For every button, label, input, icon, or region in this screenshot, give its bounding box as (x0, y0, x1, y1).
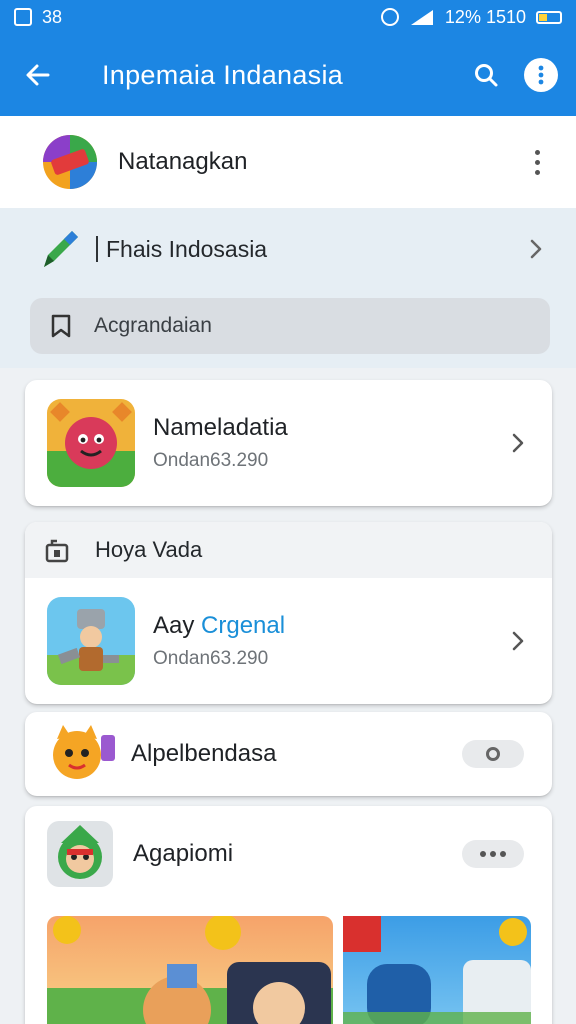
dot (500, 851, 506, 857)
fox-mascot-icon (53, 725, 115, 779)
filter-section: Fhais Indosasia Acgrandaian (0, 208, 576, 368)
search-field-label: Acgrandaian (94, 314, 212, 337)
app-icon (47, 399, 135, 487)
promo-banners[interactable] (47, 916, 531, 1024)
app-icon (47, 597, 135, 685)
featured-row[interactable]: Natanagkan (0, 116, 576, 208)
dot (480, 851, 486, 857)
group-header[interactable]: Hoya Vada (25, 522, 552, 578)
mascot-icon (47, 821, 113, 887)
signal-icon (410, 10, 433, 25)
group-header-label: Hoya Vada (95, 537, 203, 562)
app-name: Aay (153, 612, 195, 639)
category-row[interactable]: Fhais Indosasia (0, 208, 576, 290)
more-options-button[interactable] (462, 840, 524, 868)
lock-box-icon (45, 539, 69, 563)
overflow-menu-button[interactable] (524, 58, 558, 92)
app-name: Nameladatia (153, 414, 288, 441)
app-subtitle: Ondan63.290 (153, 648, 269, 669)
back-button[interactable] (18, 55, 58, 95)
row-divider (96, 236, 98, 262)
search-button[interactable] (466, 55, 506, 95)
featured-card: Agapiomi (25, 806, 552, 1024)
app-card[interactable]: Nameladatia Ondan63.290 (25, 380, 552, 506)
toggle-switch[interactable] (462, 740, 524, 768)
status-bar: 38 12% 1510 (0, 0, 576, 34)
toggle-card-label: Alpelbendasa (131, 740, 277, 767)
game-logo-icon (43, 135, 97, 189)
chevron-right-icon (512, 631, 524, 651)
alarm-icon (380, 8, 399, 26)
toggle-card[interactable]: Alpelbendasa (25, 712, 552, 796)
chevron-right-icon (512, 433, 524, 453)
app-subtitle: Ondan63.290 (153, 450, 269, 471)
dot (534, 159, 540, 165)
app-name-accent: Crgenal (201, 612, 286, 639)
chevron-right-icon (530, 239, 542, 259)
pen-icon (44, 231, 78, 267)
notification-icon (14, 8, 32, 26)
dot (490, 851, 496, 857)
back-arrow-icon (26, 64, 50, 86)
app-icon-image (47, 399, 135, 487)
status-right-text: 12% 1510 (444, 6, 526, 27)
dot (534, 149, 540, 155)
app-icon-image (47, 597, 135, 685)
featured-label: Natanagkan (118, 148, 248, 175)
more-vertical-icon (538, 65, 544, 85)
page-title: Inpemaia Indanasia (102, 59, 344, 90)
battery-icon (536, 10, 562, 24)
featured-card-label: Agapiomi (133, 840, 234, 867)
dot (534, 169, 540, 175)
app-row[interactable]: Aay Crgenal Ondan63.290 (25, 578, 552, 704)
featured-more-button[interactable] (522, 142, 552, 182)
featured-card-header[interactable]: Agapiomi (25, 806, 552, 902)
bookmark-icon (51, 314, 71, 338)
category-label: Fhais Indosasia (106, 235, 268, 262)
app-group-card: Hoya Vada Aay Crgenal Ondan63.290 (25, 522, 552, 704)
app-bar: Inpemaia Indanasia (0, 34, 576, 116)
status-left-text: 38 (42, 6, 63, 27)
search-icon (475, 64, 498, 87)
search-field[interactable]: Acgrandaian (30, 298, 550, 354)
toggle-knob (486, 747, 500, 761)
